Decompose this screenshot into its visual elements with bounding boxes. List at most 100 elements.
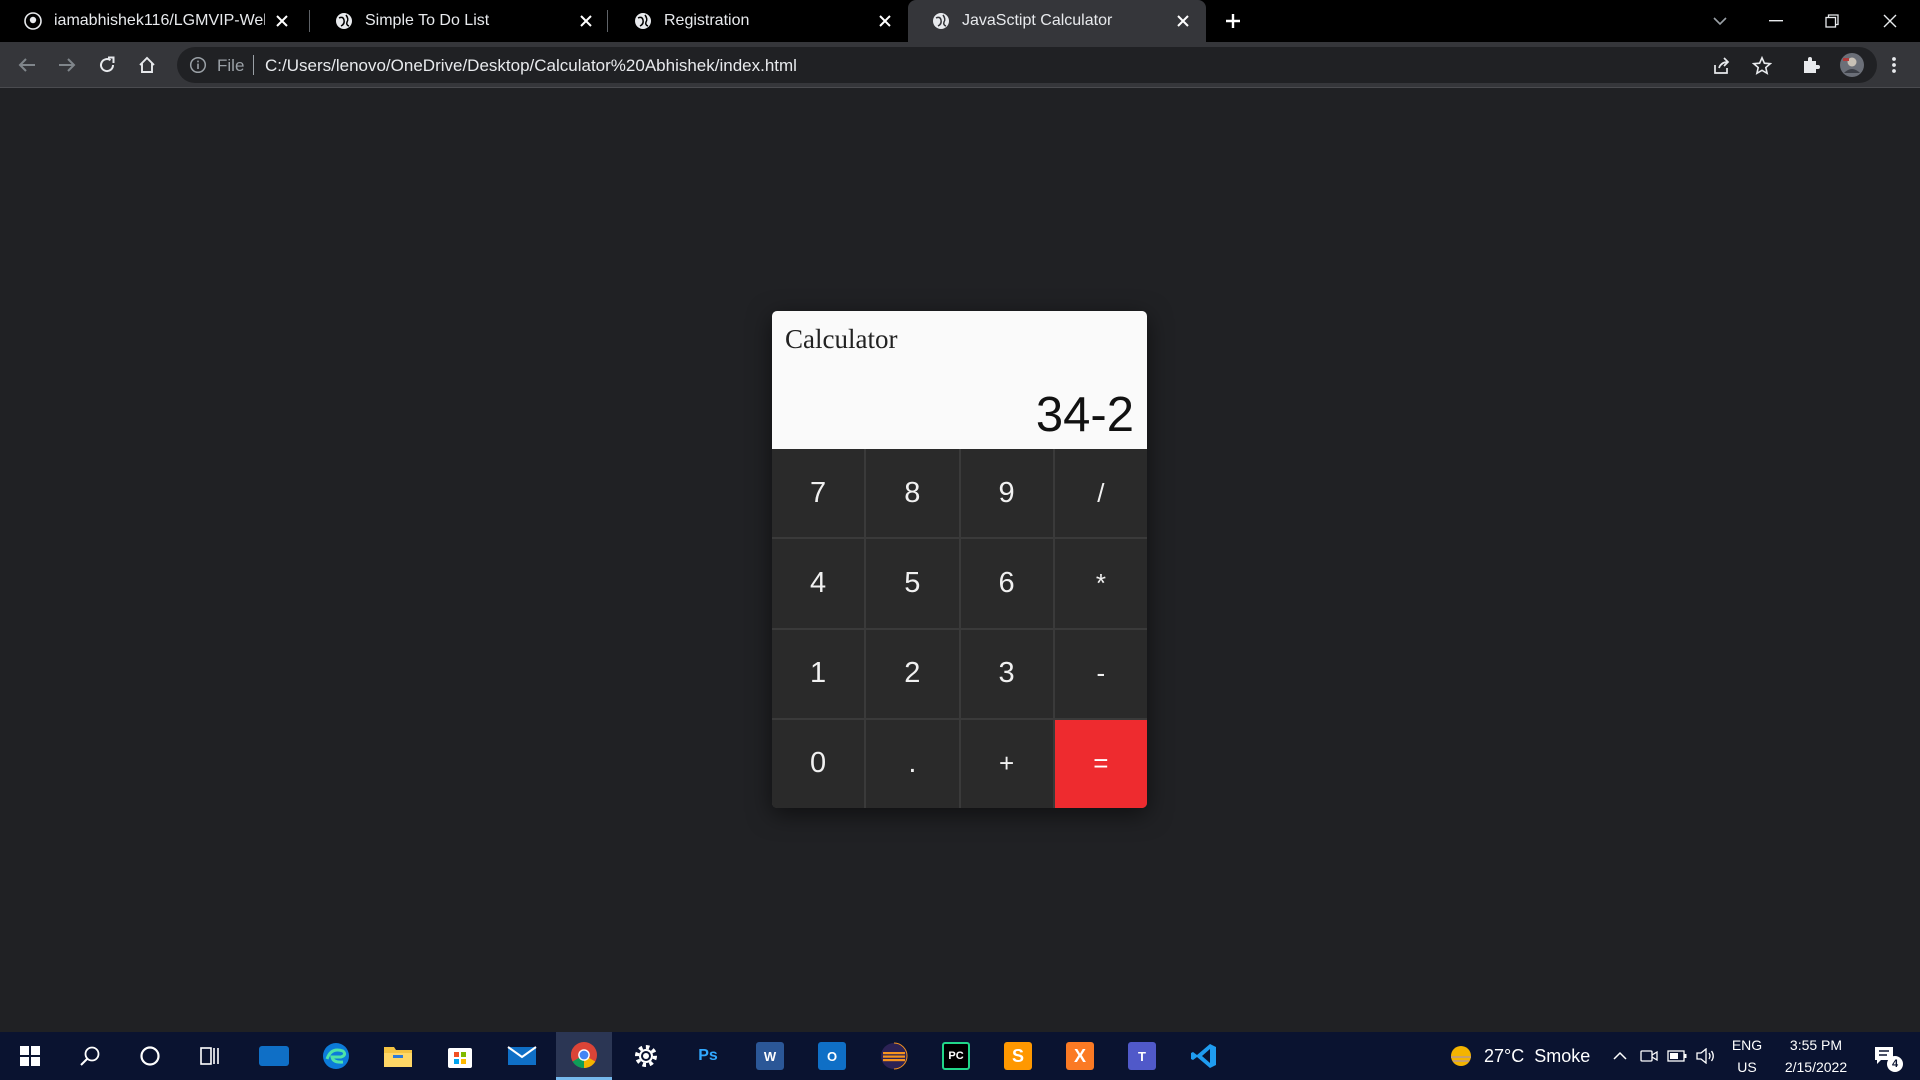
language-code: ENG	[1731, 1037, 1763, 1053]
key-9[interactable]: 9	[960, 449, 1053, 538]
start-icon	[20, 1046, 40, 1066]
key-decimal[interactable]: .	[866, 719, 959, 808]
info-icon[interactable]	[189, 56, 207, 74]
task-view-button[interactable]	[182, 1032, 238, 1080]
tab-separator	[607, 10, 608, 32]
bookmark-button[interactable]	[1750, 54, 1774, 78]
tab-javascript-calculator[interactable]: JavaSctipt Calculator	[908, 0, 1206, 42]
key-6[interactable]: 6	[960, 539, 1053, 628]
key-8[interactable]: 8	[866, 449, 959, 538]
extensions-button[interactable]	[1795, 49, 1827, 81]
key-add[interactable]: +	[960, 719, 1053, 808]
calculator-screen: Calculator 34-2	[772, 311, 1147, 449]
taskbar-app-vscode[interactable]	[1176, 1032, 1232, 1080]
taskbar-app-settings[interactable]	[618, 1032, 674, 1080]
taskbar-app-chrome[interactable]	[556, 1032, 612, 1080]
taskbar-app-store[interactable]	[432, 1032, 488, 1080]
tab-registration[interactable]: Registration	[610, 0, 908, 42]
cortana-icon	[140, 1046, 160, 1066]
taskbar-app-xampp[interactable]: X	[1052, 1032, 1108, 1080]
taskbar-app-pycharm[interactable]: PC	[928, 1032, 984, 1080]
tab-title: JavaSctipt Calculator	[962, 12, 1113, 29]
edge-icon	[323, 1043, 349, 1069]
file-explorer-icon	[384, 1047, 412, 1067]
avatar-icon	[1840, 53, 1864, 77]
close-tab-icon[interactable]	[273, 12, 291, 30]
volume-button[interactable]	[1692, 1032, 1718, 1080]
kebab-menu-icon	[1892, 57, 1896, 73]
taskbar-app-edge[interactable]	[308, 1032, 364, 1080]
show-hidden-icons-button[interactable]	[1608, 1032, 1632, 1080]
weather-condition: Smoke	[1534, 1045, 1591, 1066]
reload-button[interactable]	[91, 49, 123, 81]
key-equals[interactable]: =	[1054, 719, 1147, 808]
reload-icon	[100, 56, 115, 73]
new-tab-button[interactable]	[1219, 9, 1247, 33]
key-4[interactable]: 4	[772, 539, 865, 628]
sublime-text-icon: S	[1004, 1042, 1032, 1070]
home-button[interactable]	[131, 49, 163, 81]
speaker-icon	[1696, 1048, 1714, 1064]
key-7[interactable]: 7	[772, 449, 865, 538]
task-view-icon	[200, 1047, 219, 1065]
key-5[interactable]: 5	[866, 539, 959, 628]
url-text[interactable]: C:/Users/lenovo/OneDrive/Desktop/Calcula…	[265, 56, 797, 76]
battery-button[interactable]	[1664, 1032, 1690, 1080]
address-bar[interactable]: File C:/Users/lenovo/OneDrive/Desktop/Ca…	[177, 47, 1877, 83]
minimize-icon	[1769, 20, 1783, 22]
minimize-button[interactable]	[1748, 0, 1804, 42]
puzzle-icon	[1804, 57, 1820, 73]
menu-button[interactable]	[1878, 49, 1910, 81]
weather-temperature: 27°C	[1484, 1045, 1525, 1066]
forward-button[interactable]	[51, 49, 83, 81]
weather-widget[interactable]: 27°C Smoke	[1448, 1032, 1590, 1080]
tab-simple-to-do-list[interactable]: Simple To Do List	[311, 0, 609, 42]
tab-github[interactable]: iamabhishek116/LGMVIP-WebDe	[0, 0, 305, 42]
language-indicator[interactable]: ENG US	[1722, 1032, 1772, 1080]
tab-search-button[interactable]	[1692, 0, 1748, 42]
search-button[interactable]	[62, 1032, 118, 1080]
key-subtract[interactable]: -	[1054, 629, 1147, 718]
eclipse-icon	[881, 1042, 908, 1070]
github-icon	[24, 12, 42, 30]
calculator-keypad: 7 8 9 / 4 5 6 * 1 2 3 - 0 . + =	[772, 449, 1147, 808]
taskbar-app-sublime-text[interactable]: S	[990, 1032, 1046, 1080]
profile-avatar[interactable]	[1836, 49, 1868, 81]
key-0[interactable]: 0	[772, 719, 865, 808]
start-button[interactable]	[2, 1032, 58, 1080]
cortana-button[interactable]	[122, 1032, 178, 1080]
close-tab-icon[interactable]	[1174, 12, 1192, 30]
close-window-button[interactable]	[1862, 0, 1918, 42]
share-button[interactable]	[1710, 54, 1734, 78]
key-2[interactable]: 2	[866, 629, 959, 718]
action-center-button[interactable]: 4	[1862, 1032, 1908, 1080]
taskbar-app-outlook[interactable]: O	[804, 1032, 860, 1080]
close-tab-icon[interactable]	[876, 12, 894, 30]
key-divide[interactable]: /	[1054, 449, 1147, 538]
close-tab-icon[interactable]	[577, 12, 595, 30]
hazy-sun-icon	[1451, 1046, 1471, 1066]
taskbar-app-word[interactable]: W	[742, 1032, 798, 1080]
globe-icon	[336, 13, 352, 29]
taskbar-app-file-explorer[interactable]	[370, 1032, 426, 1080]
key-multiply[interactable]: *	[1054, 539, 1147, 628]
notification-badge: 4	[1887, 1056, 1903, 1072]
taskbar-app-mail[interactable]	[494, 1032, 550, 1080]
desktop-icon	[259, 1046, 289, 1066]
taskbar-app-desktop[interactable]	[246, 1032, 302, 1080]
key-3[interactable]: 3	[960, 629, 1053, 718]
key-1[interactable]: 1	[772, 629, 865, 718]
taskbar-app-teams[interactable]: T	[1114, 1032, 1170, 1080]
taskbar-app-photoshop[interactable]: Ps	[680, 1032, 736, 1080]
url-scheme-label: File	[217, 56, 245, 75]
taskbar-app-eclipse[interactable]	[866, 1032, 922, 1080]
calculator-title: Calculator	[785, 324, 898, 354]
chevron-up-icon	[1613, 1051, 1627, 1060]
plus-icon	[1226, 14, 1240, 28]
url-divider	[253, 55, 254, 75]
meet-now-button[interactable]	[1636, 1032, 1662, 1080]
restore-button[interactable]	[1804, 0, 1860, 42]
clock[interactable]: 3:55 PM 2/15/2022	[1774, 1032, 1858, 1080]
restore-icon	[1825, 14, 1839, 28]
back-button[interactable]	[11, 49, 43, 81]
